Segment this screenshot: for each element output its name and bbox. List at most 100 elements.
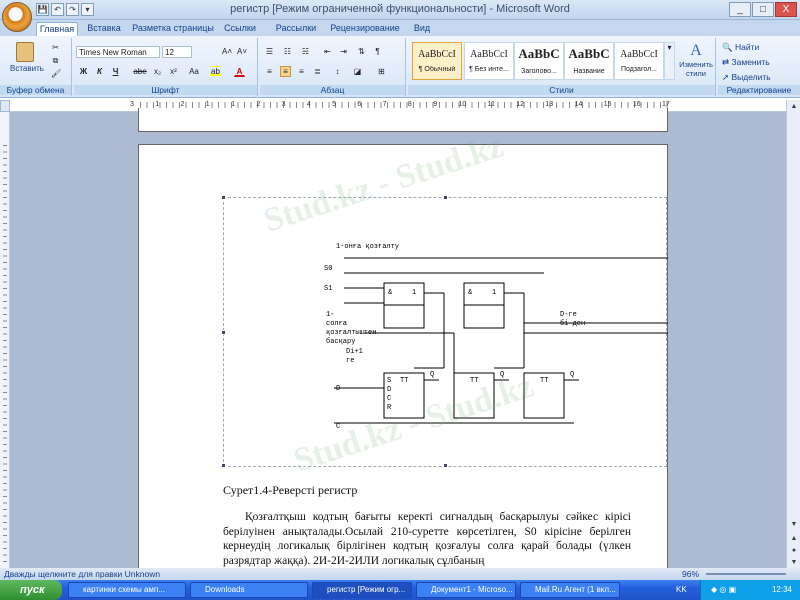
browse-object-icon[interactable]: ● bbox=[789, 546, 799, 556]
tab-home[interactable]: Главная bbox=[36, 22, 78, 36]
tab-review[interactable]: Рецензирование bbox=[330, 22, 400, 36]
language-indicator[interactable]: KK bbox=[676, 585, 687, 594]
circuit-labels: 1-онға қозғалту S0 S1 1- солға қозғалтыш… bbox=[324, 243, 585, 431]
group-label-styles: Стили bbox=[408, 85, 715, 95]
ruler-toggle[interactable] bbox=[0, 100, 10, 112]
align-left-icon[interactable]: ≡ bbox=[264, 66, 275, 77]
change-case-button[interactable]: Aa bbox=[186, 66, 202, 77]
tab-insert[interactable]: Вставка bbox=[82, 22, 126, 36]
multilevel-list-icon[interactable]: ☵ bbox=[300, 46, 311, 57]
status-bar: Дважды щелкните для правки Unknown 96% bbox=[0, 568, 800, 580]
system-tray: ◆ ◎ ▣ 12:34 bbox=[700, 580, 800, 600]
font-name-select[interactable]: Times New Roman bbox=[76, 46, 160, 58]
taskbar-button[interactable]: Документ1 - Microso... bbox=[416, 582, 516, 598]
replace-button[interactable]: ⇄ Заменить bbox=[722, 57, 770, 68]
clock: 12:34 bbox=[771, 585, 792, 594]
maximize-button[interactable]: □ bbox=[752, 2, 774, 17]
bold-button[interactable]: Ж bbox=[78, 66, 89, 77]
numbering-icon[interactable]: ☷ bbox=[282, 46, 293, 57]
trigger-s-1: S bbox=[387, 377, 391, 385]
paste-button[interactable]: Вставить bbox=[10, 42, 44, 82]
tab-mailings[interactable]: Рассылки bbox=[272, 22, 320, 36]
trigger-tt-1: TT bbox=[400, 377, 408, 385]
group-label-font: Шрифт bbox=[74, 85, 257, 95]
style-no-spacing[interactable]: AaBbCcI ¶ Без инте... bbox=[464, 42, 514, 80]
select-button[interactable]: ➚ Выделить bbox=[722, 72, 771, 83]
font-color-icon[interactable]: A bbox=[234, 66, 245, 77]
gate-and-2: & bbox=[468, 289, 473, 297]
find-button[interactable]: 🔍 Найти bbox=[722, 42, 759, 53]
taskbar: пуск картинки схемы амп... Downloads рег… bbox=[0, 580, 800, 600]
justify-icon[interactable]: ≣ bbox=[312, 66, 323, 77]
tray-icons[interactable]: ◆ ◎ ▣ bbox=[711, 580, 736, 600]
superscript-button[interactable]: x² bbox=[168, 66, 179, 77]
gate-or-2: 1 bbox=[492, 289, 496, 297]
strikethrough-button[interactable]: abe bbox=[132, 66, 148, 77]
styles-scroll-icon[interactable]: ▾ bbox=[664, 42, 675, 80]
align-center-icon[interactable]: ≡ bbox=[280, 66, 291, 77]
sort-icon[interactable]: ⇅ bbox=[356, 46, 367, 57]
style-title[interactable]: AaBbC Название bbox=[564, 42, 614, 80]
prev-page-icon[interactable]: ▲ bbox=[789, 534, 799, 544]
vertical-scrollbar[interactable]: ▲ ▼ ▲ ● ▼ bbox=[786, 100, 800, 568]
next-page-icon[interactable]: ▼ bbox=[789, 558, 799, 568]
ribbon: Вставить ✂ ⧉ 🖌 Буфер обмена Times New Ro… bbox=[0, 36, 800, 98]
style-heading[interactable]: AaBbC Заголово... bbox=[514, 42, 564, 80]
scroll-up-icon[interactable]: ▲ bbox=[789, 102, 799, 112]
page-previous[interactable] bbox=[138, 108, 668, 132]
decrease-indent-icon[interactable]: ⇤ bbox=[322, 46, 333, 57]
cut-icon[interactable]: ✂ bbox=[50, 42, 61, 53]
taskbar-button[interactable]: Downloads bbox=[190, 582, 308, 598]
subscript-button[interactable]: x₂ bbox=[152, 66, 163, 77]
trigger-q-3: Q bbox=[570, 371, 574, 379]
show-formatting-button[interactable]: ¶ bbox=[372, 46, 383, 57]
start-button[interactable]: пуск bbox=[0, 580, 62, 600]
gate-or-1: 1 bbox=[412, 289, 416, 297]
bullets-icon[interactable]: ☰ bbox=[264, 46, 275, 57]
font-size-select[interactable]: 12 bbox=[162, 46, 192, 58]
find-icon: 🔍 bbox=[722, 42, 735, 52]
format-painter-icon[interactable]: 🖌 bbox=[50, 68, 61, 79]
register-circuit-diagram: 1-онға қозғалту S0 S1 1- солға қозғалтыш… bbox=[324, 243, 668, 431]
shrink-font-button[interactable]: A˅ bbox=[235, 46, 249, 57]
copy-icon[interactable]: ⧉ bbox=[50, 55, 61, 66]
change-styles-button[interactable]: A Изменить стили bbox=[676, 42, 716, 78]
clipboard-icon bbox=[16, 42, 34, 62]
shading-icon[interactable]: ◪ bbox=[352, 66, 363, 77]
underline-button[interactable]: Ч bbox=[110, 66, 121, 77]
figure-frame[interactable]: 1-онға қозғалту S0 S1 1- солға қозғалтыш… bbox=[221, 195, 668, 468]
taskbar-button[interactable]: Mail.Ru Агент (1 вкл... bbox=[520, 582, 620, 598]
group-paragraph: ☰ ☷ ☵ ⇤ ⇥ ⇅ ¶ ≡ ≡ ≡ ≣ ↕ ◪ ⊞ Абзац bbox=[260, 38, 406, 96]
italic-button[interactable]: К bbox=[94, 66, 105, 77]
grow-font-button[interactable]: A˄ bbox=[220, 46, 234, 57]
office-button[interactable]: W bbox=[2, 2, 32, 32]
tab-view[interactable]: Вид bbox=[408, 22, 436, 36]
scroll-down-icon[interactable]: ▼ bbox=[789, 520, 799, 530]
taskbar-button-active[interactable]: регистр [Режим огр... bbox=[312, 582, 412, 598]
zoom-slider[interactable] bbox=[706, 573, 786, 575]
minimize-button[interactable]: _ bbox=[729, 2, 751, 17]
tab-references[interactable]: Ссылки bbox=[222, 22, 258, 36]
tab-page-layout[interactable]: Разметка страницы bbox=[132, 22, 214, 36]
style-normal[interactable]: AaBbCcI ¶ Обычный bbox=[412, 42, 462, 80]
label-left-4: басқару bbox=[326, 337, 355, 346]
window-title: регистр [Режим ограниченной функциональн… bbox=[230, 3, 570, 15]
close-button[interactable]: X bbox=[775, 2, 797, 17]
taskbar-button[interactable]: картинки схемы амп... bbox=[68, 582, 186, 598]
figure-caption: Сурет1.4-Реверсті регистр bbox=[223, 483, 358, 497]
label-c-input: C bbox=[336, 423, 340, 431]
title-bar: 💾 ↶ ↷ ▾ регистр [Режим ограниченной функ… bbox=[0, 0, 800, 20]
increase-indent-icon[interactable]: ⇥ bbox=[338, 46, 349, 57]
line-spacing-icon[interactable]: ↕ bbox=[332, 66, 343, 77]
style-subtitle[interactable]: AaBbCcI Подзагол... bbox=[614, 42, 664, 80]
vertical-ruler[interactable] bbox=[0, 112, 10, 568]
highlight-icon[interactable]: ab bbox=[210, 66, 221, 77]
page-current[interactable]: 1-онға қозғалту S0 S1 1- солға қозғалтыш… bbox=[138, 127, 668, 574]
align-right-icon[interactable]: ≡ bbox=[296, 66, 307, 77]
document-workspace[interactable]: 1-онға қозғалту S0 S1 1- солға қозғалтыш… bbox=[10, 108, 786, 574]
ribbon-tabs: Главная Вставка Разметка страницы Ссылки… bbox=[0, 20, 800, 36]
zoom-level[interactable]: 96% bbox=[682, 568, 699, 580]
label-ge: ге bbox=[346, 357, 354, 365]
group-font: Times New Roman 12 A˄ A˅ Ж К Ч abe x₂ x²… bbox=[74, 38, 258, 96]
borders-icon[interactable]: ⊞ bbox=[376, 66, 387, 77]
